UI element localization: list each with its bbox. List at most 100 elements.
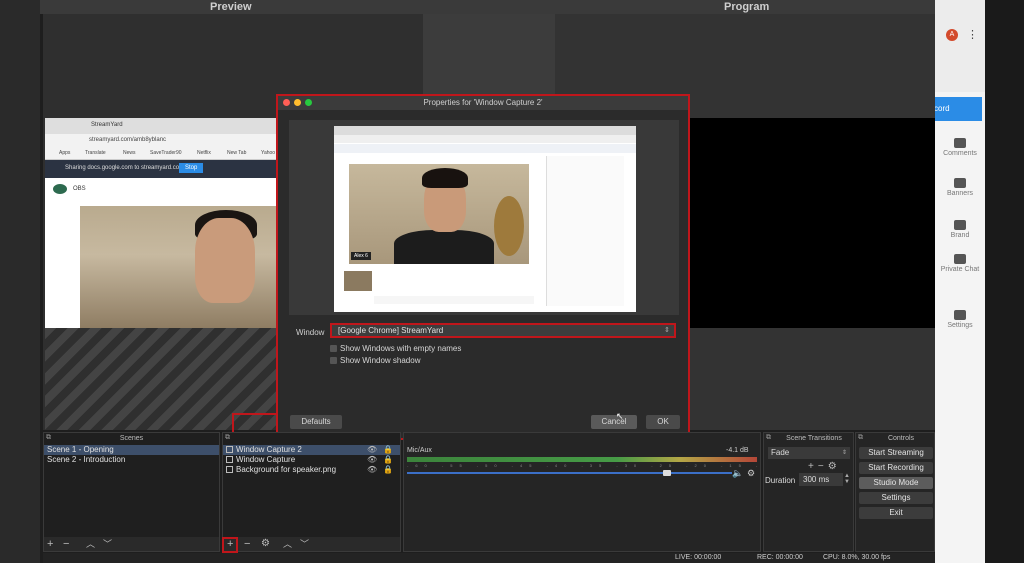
window-capture-source[interactable]: StreamYard streamyard.com/amb8yblanc App… — [45, 118, 277, 328]
chevron-updown-icon: ⇕ — [664, 327, 670, 334]
bookmark: Netflix — [197, 150, 211, 156]
sidebar-item-brand[interactable]: Brand — [935, 220, 985, 239]
bookmark: SaveTrader90 — [150, 150, 182, 156]
program-output — [690, 118, 935, 328]
controls-dock: ⧉ Controls Start Streaming Start Recordi… — [855, 432, 935, 552]
mixer-channel-name: Mic/Aux — [407, 447, 432, 454]
lock-icon[interactable]: 🔒 — [383, 455, 393, 465]
sidebar-item-label: Brand — [950, 232, 970, 239]
thumbnail-sharing-banner — [334, 144, 636, 153]
captured-person-face — [195, 218, 255, 303]
transition-select[interactable]: Fade ⇕ — [768, 447, 850, 459]
bookmark: Yahoo — [261, 150, 276, 156]
browser-toolbar — [935, 0, 985, 92]
gear-icon[interactable]: ⚙ — [747, 468, 755, 479]
add-scene-icon[interactable]: + — [47, 537, 53, 551]
window-shadow-checkbox-row[interactable]: Show Window shadow — [330, 356, 420, 365]
dock-float-icon[interactable]: ⧉ — [225, 434, 230, 442]
source-row[interactable]: Background for speaker.png 👁 🔒 — [223, 465, 400, 475]
sidebar-item-comments[interactable]: Comments — [935, 138, 985, 157]
source-name: Background for speaker.png — [236, 465, 337, 474]
list-item[interactable]: Scene 2 - Introduction — [44, 455, 219, 465]
empty-names-checkbox-row[interactable]: Show Windows with empty names — [330, 344, 461, 353]
meter-ticks: -60 -55 -50 -45 -40 -35 -30 -25 -20 -15 … — [407, 463, 826, 468]
properties-dialog: Properties for 'Window Capture 2' Alex 6… — [276, 94, 690, 440]
lock-icon[interactable]: 🔒 — [383, 465, 393, 475]
source-name: Window Capture 2 — [236, 445, 302, 454]
exit-button[interactable]: Exit — [859, 507, 933, 519]
thumbnail-participant-tile — [344, 271, 372, 291]
chevron-updown-icon: ⇕ — [841, 450, 847, 456]
studio-mode-header — [40, 0, 935, 14]
left-dark-margin — [0, 0, 40, 563]
start-recording-button[interactable]: Start Recording — [859, 462, 933, 474]
add-transition-icon[interactable]: + — [808, 461, 818, 472]
volume-slider[interactable] — [407, 472, 732, 474]
checkbox-label: Show Windows with empty names — [340, 344, 462, 353]
transition-tools: +−⚙ — [808, 461, 841, 472]
move-down-icon[interactable]: ﹀ — [103, 537, 112, 551]
duration-stepper-icon[interactable]: ▲ ▼ — [844, 473, 850, 485]
source-row[interactable]: Window Capture 2 👁 🔒 — [223, 445, 400, 455]
gear-icon[interactable]: ⚙ — [828, 461, 841, 472]
scenes-dock: Scenes ⧉ Scene 1 - Opening Scene 2 - Int… — [43, 432, 220, 552]
controls-title: Controls — [887, 435, 915, 442]
lock-icon[interactable]: 🔒 — [383, 445, 393, 455]
bookmark: Apps — [59, 150, 71, 156]
sharing-text: Sharing docs.google.com to streamyard.co… — [65, 165, 185, 171]
thumbnail-toolbar — [374, 296, 534, 304]
thumbnail-person-body — [394, 230, 494, 264]
dock-float-icon[interactable]: ⧉ — [766, 434, 771, 442]
gear-icon[interactable]: ⚙ — [261, 537, 270, 551]
ok-button[interactable]: OK — [646, 415, 680, 429]
audio-mixer-dock: Mic/Aux -4.1 dB -60 -55 -50 -45 -40 -35 … — [403, 432, 826, 552]
checkbox-label: Show Window shadow — [340, 356, 421, 365]
transition-select-value: Fade — [771, 448, 790, 457]
window-shadow-checkbox[interactable] — [330, 357, 337, 365]
window-select[interactable]: [Google Chrome] StreamYard ⇕ — [330, 323, 676, 338]
cpu-status: CPU: 8.0%, 30.00 fps — [823, 554, 891, 561]
dock-float-icon[interactable]: ⧉ — [858, 434, 863, 442]
visibility-icon[interactable]: 👁 — [367, 455, 377, 465]
remove-source-icon[interactable]: − — [244, 537, 250, 551]
window-select-value: [Google Chrome] StreamYard — [338, 326, 444, 335]
record-button[interactable]: cord — [930, 97, 982, 121]
window-icon — [226, 456, 233, 464]
bookmark: News — [123, 150, 136, 156]
annotation-line — [232, 413, 276, 415]
list-item[interactable]: Scene 1 - Opening — [44, 445, 219, 455]
sidebar-item-label: Banners — [946, 190, 974, 197]
dock-float-icon[interactable]: ⧉ — [46, 434, 51, 442]
empty-names-checkbox[interactable] — [330, 345, 337, 353]
captured-address-bar: streamyard.com/amb8yblanc — [45, 134, 277, 148]
mouse-cursor-icon: ↖ — [616, 411, 624, 421]
more-menu-icon[interactable]: ⋮ — [967, 28, 978, 41]
bookmark: Translate — [85, 150, 106, 156]
thumbnail-chat-panel — [546, 156, 624, 306]
gear-icon — [954, 310, 966, 320]
start-streaming-button[interactable]: Start Streaming — [859, 447, 933, 459]
remove-transition-icon[interactable]: − — [818, 461, 828, 472]
comments-icon — [954, 138, 966, 148]
visibility-icon[interactable]: 👁 — [367, 465, 377, 475]
scenes-title: Scenes — [119, 435, 144, 442]
duration-field[interactable]: 300 ms — [799, 473, 843, 486]
source-row[interactable]: Window Capture 👁 🔒 — [223, 455, 400, 465]
speaker-muted-icon[interactable]: 🔈 — [732, 468, 743, 479]
remove-scene-icon[interactable]: − — [63, 537, 69, 551]
cancel-button[interactable]: Cancel — [591, 415, 637, 429]
settings-button[interactable]: Settings — [859, 492, 933, 504]
defaults-button[interactable]: Defaults — [290, 415, 342, 429]
sidebar-item-banners[interactable]: Banners — [935, 178, 985, 197]
move-down-icon[interactable]: ﹀ — [300, 537, 309, 551]
mixer-db-readout: -4.1 dB — [726, 447, 749, 454]
move-up-icon[interactable]: ︿ — [283, 537, 292, 551]
studio-mode-button[interactable]: Studio Mode — [859, 477, 933, 489]
volume-slider-handle[interactable] — [663, 470, 671, 476]
sidebar-item-settings[interactable]: Settings — [935, 310, 985, 329]
source-preview: Alex 6 — [289, 120, 679, 315]
move-up-icon[interactable]: ︿ — [86, 537, 95, 551]
sidebar-item-private-chat[interactable]: Private Chat — [935, 254, 985, 273]
avatar[interactable]: A — [946, 29, 958, 41]
visibility-icon[interactable]: 👁 — [367, 445, 377, 455]
